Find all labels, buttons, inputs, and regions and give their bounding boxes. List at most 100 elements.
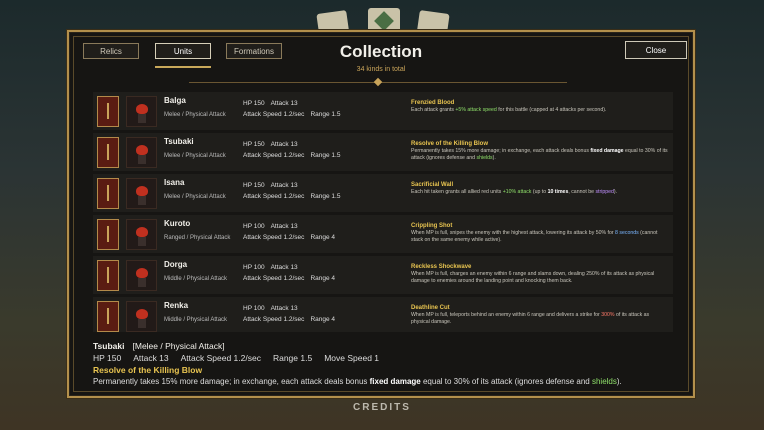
unit-stats-secondary: Attack Speed 1.2/sec Range 1.5 [243, 193, 346, 200]
unit-hp: HP 100 [243, 223, 265, 230]
skill-text-segment: ). [616, 377, 622, 386]
skill-text-segment: Each hit taken grants all allied red uni… [411, 189, 503, 195]
unit-row[interactable]: Renka Middle / Physical Attack HP 100 Attac… [93, 297, 673, 332]
unit-skill-description: Permanently takes 15% more damage; in ex… [411, 148, 669, 162]
skill-text-segment: 10 times [547, 189, 569, 195]
unit-attack-speed: Attack Speed 1.2/sec [243, 111, 305, 118]
unit-row[interactable]: Balga Melee / Physical Attack HP 150 Attack… [93, 92, 673, 130]
credits-button[interactable]: CREDITS [0, 402, 764, 413]
unit-name: Isana [164, 178, 185, 187]
unit-hp: HP 100 [243, 264, 265, 271]
unit-attack-speed: Attack Speed 1.2/sec [243, 152, 305, 159]
unit-name: Tsubaki [164, 137, 194, 146]
unit-skill-description: When MP is full, snipes the enemy with t… [411, 230, 669, 244]
unit-skill-description: Each attack grants +5% attack speed for … [411, 107, 669, 114]
skill-text-segment: ). [613, 189, 618, 195]
skill-text-segment: Permanently takes 15% more damage; in ex… [93, 377, 370, 386]
unit-type: Middle / Physical Attack [164, 317, 228, 323]
unit-range: Range 1.5 [310, 152, 341, 159]
skill-text-segment: 8 seconds [615, 230, 639, 236]
skill-text-segment: Permanently takes 15% more damage; in ex… [411, 148, 591, 154]
unit-type: Melee / Physical Attack [164, 153, 226, 159]
unit-range: Range 4 [310, 316, 336, 323]
unit-stats-secondary: Attack Speed 1.2/sec Range 4 [243, 275, 341, 282]
detail-skill-description: Permanently takes 15% more damage; in ex… [93, 377, 673, 386]
skill-text-segment: for this battle (capped at 4 attacks per… [496, 107, 607, 113]
skill-text-segment: fixed damage [369, 377, 421, 386]
unit-portrait [126, 96, 157, 127]
unit-skill-name: Sacrificial Wall [411, 182, 454, 188]
unit-attack: Attack 13 [270, 141, 298, 148]
unit-portrait [126, 178, 157, 209]
unit-range: Range 4 [310, 234, 336, 241]
unit-skill-name: Reckless Shockwave [411, 264, 472, 270]
skill-text-segment: equal to 30% of its attack (ignores defe… [420, 377, 592, 386]
detail-attack: Attack 13 [133, 353, 169, 363]
unit-row[interactable]: Kuroto Ranged / Physical Attack HP 100 Atta… [93, 215, 673, 253]
unit-card-icon [97, 301, 119, 332]
unit-attack: Attack 13 [270, 223, 298, 230]
skill-text-segment: , cannot be [568, 189, 596, 195]
unit-name: Balga [164, 96, 186, 105]
detail-unit-name: Tsubaki [93, 341, 125, 351]
unit-skill-description: When MP is full, charges an enemy within… [411, 271, 669, 285]
unit-attack-speed: Attack Speed 1.2/sec [243, 275, 305, 282]
unit-range: Range 4 [310, 275, 336, 282]
unit-attack-speed: Attack Speed 1.2/sec [243, 316, 305, 323]
unit-skill-description: When MP is full, teleports behind an ene… [411, 312, 669, 326]
unit-range: Range 1.5 [310, 193, 341, 200]
detail-skill-name: Resolve of the Killing Blow [93, 365, 203, 375]
unit-attack-speed: Attack Speed 1.2/sec [243, 193, 305, 200]
unit-skill-description: Each hit taken grants all allied red uni… [411, 189, 669, 196]
unit-attack: Attack 13 [270, 264, 298, 271]
skill-text-segment: Each attack grants [411, 107, 456, 113]
unit-name: Kuroto [164, 219, 191, 228]
page-title: Collection [339, 42, 423, 61]
unit-stats-secondary: Attack Speed 1.2/sec Range 1.5 [243, 152, 346, 159]
close-button[interactable]: Close [625, 41, 687, 59]
skill-text-segment: +10% attack [502, 189, 532, 195]
unit-portrait [126, 260, 157, 291]
unit-name: Renka [164, 301, 189, 310]
unit-row[interactable]: Tsubaki Melee / Physical Attack HP 150 Atta… [93, 133, 673, 171]
unit-card-icon [97, 260, 119, 291]
skill-text-segment: stripped [595, 189, 614, 195]
unit-stats-primary: HP 150 Attack 13 [243, 182, 304, 189]
unit-hp: HP 150 [243, 182, 265, 189]
skill-text-segment: shields [591, 377, 617, 386]
skill-text-segment: When MP is full, teleports behind an ene… [411, 312, 602, 318]
skill-text-segment: When MP is full, snipes the enemy with t… [411, 230, 616, 236]
detail-move-speed: Move Speed 1 [324, 353, 380, 363]
unit-name: Dorga [164, 260, 188, 269]
unit-portrait [126, 137, 157, 168]
skill-text-segment: When MP is full, charges an enemy within… [411, 271, 655, 284]
unit-hp: HP 150 [243, 100, 265, 107]
unit-skill-name: Deathline Cut [411, 305, 450, 311]
unit-row[interactable]: Isana Melee / Physical Attack HP 150 Attack… [93, 174, 673, 212]
collection-panel: Relics Units Formations Collection 34 ki… [67, 30, 695, 398]
unit-card-icon [97, 178, 119, 209]
unit-card-icon [97, 96, 119, 127]
unit-row[interactable]: Dorga Middle / Physical Attack HP 100 Attac… [93, 256, 673, 294]
unit-attack: Attack 13 [270, 100, 298, 107]
unit-hp: HP 100 [243, 305, 265, 312]
unit-list[interactable]: Balga Melee / Physical Attack HP 150 Attack… [93, 92, 673, 332]
unit-type: Melee / Physical Attack [164, 112, 226, 118]
unit-stats-primary: HP 100 Attack 13 [243, 264, 304, 271]
unit-stats-primary: HP 150 Attack 13 [243, 100, 304, 107]
divider-gem-icon [373, 77, 383, 87]
skill-text-segment: 300% [601, 312, 615, 318]
unit-attack-speed: Attack Speed 1.2/sec [243, 234, 305, 241]
unit-type: Middle / Physical Attack [164, 276, 228, 282]
unit-stats-primary: HP 100 Attack 13 [243, 223, 304, 230]
skill-text-segment: ). [492, 155, 496, 161]
detail-hp: HP 150 [93, 353, 122, 363]
unit-skill-name: Resolve of the Killing Blow [411, 141, 489, 147]
unit-stats-primary: HP 150 Attack 13 [243, 141, 304, 148]
unit-type: Ranged / Physical Attack [164, 235, 231, 241]
detail-header: Tsubaki [Melee / Physical Attack] [93, 341, 673, 351]
unit-skill-name: Crippling Shot [411, 223, 453, 229]
unit-detail: Tsubaki [Melee / Physical Attack] HP 150 A… [93, 341, 673, 386]
detail-attack-speed: Attack Speed 1.2/sec [180, 353, 261, 363]
skill-text-segment: (up to [531, 189, 548, 195]
